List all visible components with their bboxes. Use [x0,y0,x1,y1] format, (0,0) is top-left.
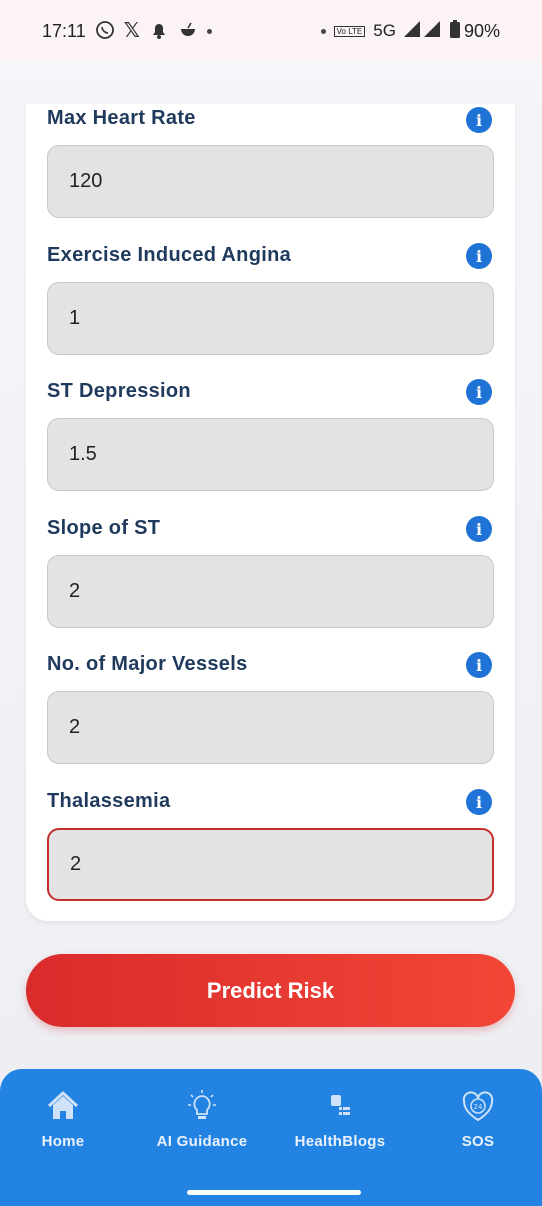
bottom-nav: Home AI Guidance HealthBlogs 24 SOS [0,1069,542,1206]
nav-item-ai-guidance[interactable]: AI Guidance [137,1089,267,1150]
battery-icon [449,19,460,43]
info-icon[interactable]: i [466,107,492,133]
home-icon [0,1089,128,1123]
max-heart-rate-input[interactable]: 120 [47,145,494,218]
nav-item-healthblogs[interactable]: HealthBlogs [275,1089,405,1150]
nav-label-sos: SOS [461,1133,495,1150]
gesture-home-bar[interactable] [187,1190,361,1195]
st-depression-input[interactable]: 1.5 [47,418,494,491]
nav-label-home: Home [41,1133,85,1150]
field-label-thalassemia: Thalassemia [47,790,171,812]
status-time: 17:11 [42,20,86,41]
signal-icon [403,20,442,42]
field-label-max-heart-rate: Max Heart Rate [47,107,196,129]
blog-icon [275,1089,405,1123]
field-label-major-vessels: No. of Major Vessels [47,653,248,675]
nav-label-healthblogs: HealthBlogs [294,1133,386,1150]
x-icon: 𝕏 [123,20,140,42]
field-label-exercise-angina: Exercise Induced Angina [47,244,292,266]
info-icon[interactable]: i [466,652,492,678]
status-bar: 17:11 𝕏 Vo LTE 5G 90% [0,0,542,62]
exercise-angina-input[interactable]: 1 [47,282,494,355]
sos-24-icon: 24 [413,1089,542,1123]
battery-level: 90% [463,20,500,41]
field-label-slope-st: Slope of ST [47,517,161,539]
info-icon[interactable]: i [466,379,492,405]
nav-item-home[interactable]: Home [0,1089,128,1150]
info-icon[interactable]: i [466,789,492,815]
notification-bell-icon [149,20,169,43]
info-icon[interactable]: i [466,516,492,542]
field-label-st-depression: ST Depression [47,380,191,402]
nav-label-ai-guidance: AI Guidance [156,1133,248,1150]
whatsapp-icon [95,20,115,43]
slope-st-input[interactable]: 2 [47,555,494,628]
food-app-icon [178,20,198,43]
volte-icon: Vo LTE [333,25,366,37]
status-dot [320,28,326,34]
nav-item-sos[interactable]: 24 SOS [413,1089,542,1150]
predict-risk-button[interactable]: Predict Risk [26,954,515,1027]
more-notifications-dot [206,28,212,34]
major-vessels-input[interactable]: 2 [47,691,494,764]
info-icon[interactable]: i [466,243,492,269]
form-card: Max Heart Rate i 120 Exercise Induced An… [26,104,515,921]
network-label: 5G [373,21,396,40]
lightbulb-icon [137,1089,267,1123]
thalassemia-input[interactable]: 2 [47,828,494,901]
svg-text:24: 24 [474,1103,483,1111]
